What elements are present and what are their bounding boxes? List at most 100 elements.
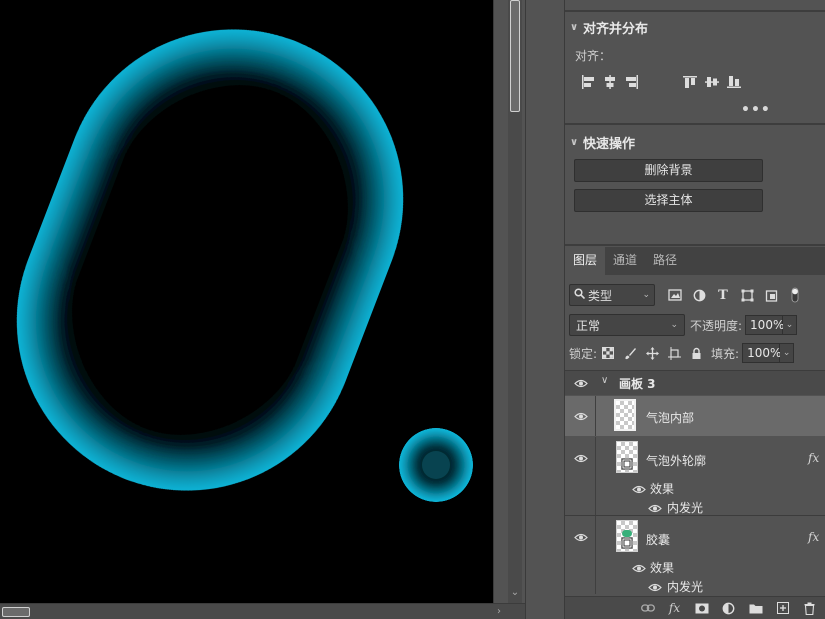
layer-name: 气泡外轮廓 (646, 454, 707, 468)
smart-object-filter-icon[interactable] (759, 285, 783, 305)
type-layer-filter-icon[interactable]: T (711, 285, 735, 305)
visibility-eye-icon[interactable] (573, 410, 589, 422)
new-group-folder-icon[interactable] (742, 598, 769, 618)
panel-divider (565, 10, 825, 12)
lock-fill-row: 锁定: 填充: 100% ⌄ (569, 342, 825, 364)
align-vertical-group (679, 72, 745, 92)
group-expand-chevron-icon[interactable]: ∨ (601, 375, 608, 386)
fill-dropdown-icon[interactable]: ⌄ (780, 343, 795, 363)
quick-actions-header[interactable]: ∨ 快速操作 (565, 131, 825, 153)
lock-image-pixels-icon[interactable] (619, 343, 641, 363)
layer-row[interactable]: 气泡外轮廓 fx 效果 内发光 (565, 437, 825, 515)
add-layer-style-fx-icon[interactable]: fx (661, 598, 688, 618)
align-label: 对齐： (575, 49, 612, 63)
vertical-scroll-thumb[interactable] (510, 0, 520, 112)
capsule-shape (16, 29, 404, 491)
layer-name: 气泡内部 (646, 411, 695, 425)
artboard-group-row[interactable]: ∨ 画板 3 (565, 371, 825, 395)
lock-all-icon[interactable] (685, 343, 707, 363)
lock-artboard-icon[interactable] (663, 343, 685, 363)
align-vertical-centers-icon[interactable] (701, 72, 723, 92)
align-left-edges-icon[interactable] (577, 72, 599, 92)
effect-visibility-eye-icon[interactable] (647, 581, 663, 593)
inner-glow-effect-label[interactable]: 内发光 (667, 499, 703, 516)
effects-label: 效果 (650, 482, 675, 496)
filter-toggle-icon[interactable] (783, 285, 807, 305)
layer-row[interactable]: 气泡内部 (565, 396, 825, 436)
adjustment-layer-filter-icon[interactable] (687, 285, 711, 305)
more-options-icon[interactable]: ••• (741, 102, 770, 118)
quick-actions-title: 快速操作 (583, 136, 636, 152)
scroll-right-arrow-icon[interactable]: › (492, 604, 506, 619)
panel-divider (565, 244, 825, 246)
align-horizontal-group (577, 72, 643, 92)
new-adjustment-layer-icon[interactable] (715, 598, 742, 618)
blend-mode-select[interactable]: 正常 ⌄ (569, 314, 685, 336)
effects-label: 效果 (650, 561, 675, 575)
shape-layer-filter-icon[interactable] (735, 285, 759, 305)
remove-background-button[interactable]: 删除背景 (574, 159, 763, 182)
canvas-artwork (16, 29, 473, 502)
fill-label: 填充: (711, 346, 740, 361)
visibility-eye-icon[interactable] (573, 531, 589, 543)
align-right-edges-icon[interactable] (621, 72, 643, 92)
canvas-vertical-scrollbar[interactable]: ⌄ (493, 0, 525, 603)
layer-effects-fx-icon[interactable]: fx (808, 451, 819, 465)
opacity-label: 不透明度: (690, 318, 743, 333)
align-horizontal-centers-icon[interactable] (599, 72, 621, 92)
group-name: 画板 3 (619, 377, 656, 391)
pixel-layer-filter-icon[interactable] (663, 285, 687, 305)
effects-visibility-eye-icon[interactable] (631, 483, 647, 495)
panel-divider (565, 123, 825, 125)
opacity-input[interactable]: 100% (745, 315, 784, 335)
capsule-thumbnail-shape (622, 530, 632, 537)
tab-channels[interactable]: 通道 (605, 247, 645, 275)
layers-panel-tabs: 图层 通道 路径 (565, 247, 825, 275)
effects-visibility-eye-icon[interactable] (631, 562, 647, 574)
blend-opacity-row: 正常 ⌄ 不透明度: 100% ⌄ (569, 314, 825, 336)
layer-thumbnail[interactable] (614, 399, 636, 431)
align-bottom-edges-icon[interactable] (723, 72, 745, 92)
layers-bottom-toolbar: fx (565, 596, 825, 619)
horizontal-scroll-thumb[interactable] (2, 607, 30, 617)
inner-glow-effect-label[interactable]: 内发光 (667, 578, 703, 595)
lock-label: 锁定: (569, 346, 598, 361)
filter-kind-select[interactable]: 类型 ⌄ (569, 284, 655, 306)
fill-input[interactable]: 100% (742, 343, 781, 363)
scroll-down-arrow-icon[interactable]: ⌄ (508, 586, 522, 600)
collapse-chevron-icon[interactable]: ∨ (565, 137, 583, 148)
tab-paths[interactable]: 路径 (645, 247, 685, 275)
canvas-horizontal-scrollbar[interactable]: › (0, 603, 525, 619)
blend-mode-value: 正常 (576, 318, 601, 333)
align-panel-title: 对齐并分布 (583, 21, 649, 37)
filter-kind-value: 类型 (588, 288, 613, 303)
select-subject-button[interactable]: 选择主体 (574, 189, 763, 212)
effect-visibility-eye-icon[interactable] (647, 502, 663, 514)
layer-effects-fx-icon[interactable]: fx (808, 530, 819, 544)
chevron-down-icon: ⌄ (670, 320, 678, 330)
shape-layer-badge-icon (621, 537, 633, 549)
opacity-dropdown-icon[interactable]: ⌄ (783, 315, 798, 335)
lock-position-icon[interactable] (641, 343, 663, 363)
shape-layer-badge-icon (621, 458, 633, 470)
chevron-down-icon: ⌄ (642, 290, 650, 300)
visibility-eye-icon[interactable] (573, 377, 589, 389)
collapse-chevron-icon[interactable]: ∨ (565, 22, 583, 33)
align-panel-header[interactable]: ∨ 对齐并分布 (565, 16, 825, 38)
delete-layer-trash-icon[interactable] (796, 598, 823, 618)
layers-panel: 类型 ⌄ T 正常 ⌄ 不透明度: 100% ⌄ 锁定: 填充: 100% ⌄ … (565, 275, 825, 619)
lock-transparent-pixels-icon[interactable] (597, 343, 619, 363)
panel-gutter (525, 0, 565, 619)
add-mask-icon[interactable] (688, 598, 715, 618)
visibility-eye-icon[interactable] (573, 452, 589, 464)
document-canvas[interactable] (0, 0, 493, 603)
align-top-edges-icon[interactable] (679, 72, 701, 92)
layer-row[interactable]: 胶囊 fx 效果 内发光 (565, 516, 825, 594)
search-icon (574, 288, 586, 302)
layer-name: 胶囊 (646, 533, 671, 547)
right-panel-column: ∨ 对齐并分布 对齐： ••• ∨ 快速操作 删除背景 选择主体 图层 通道 路… (525, 0, 825, 619)
panels-stack: ∨ 对齐并分布 对齐： ••• ∨ 快速操作 删除背景 选择主体 图层 通道 路… (565, 0, 825, 619)
new-layer-icon[interactable] (769, 598, 796, 618)
link-layers-icon[interactable] (634, 598, 661, 618)
tab-layers[interactable]: 图层 (565, 247, 606, 275)
